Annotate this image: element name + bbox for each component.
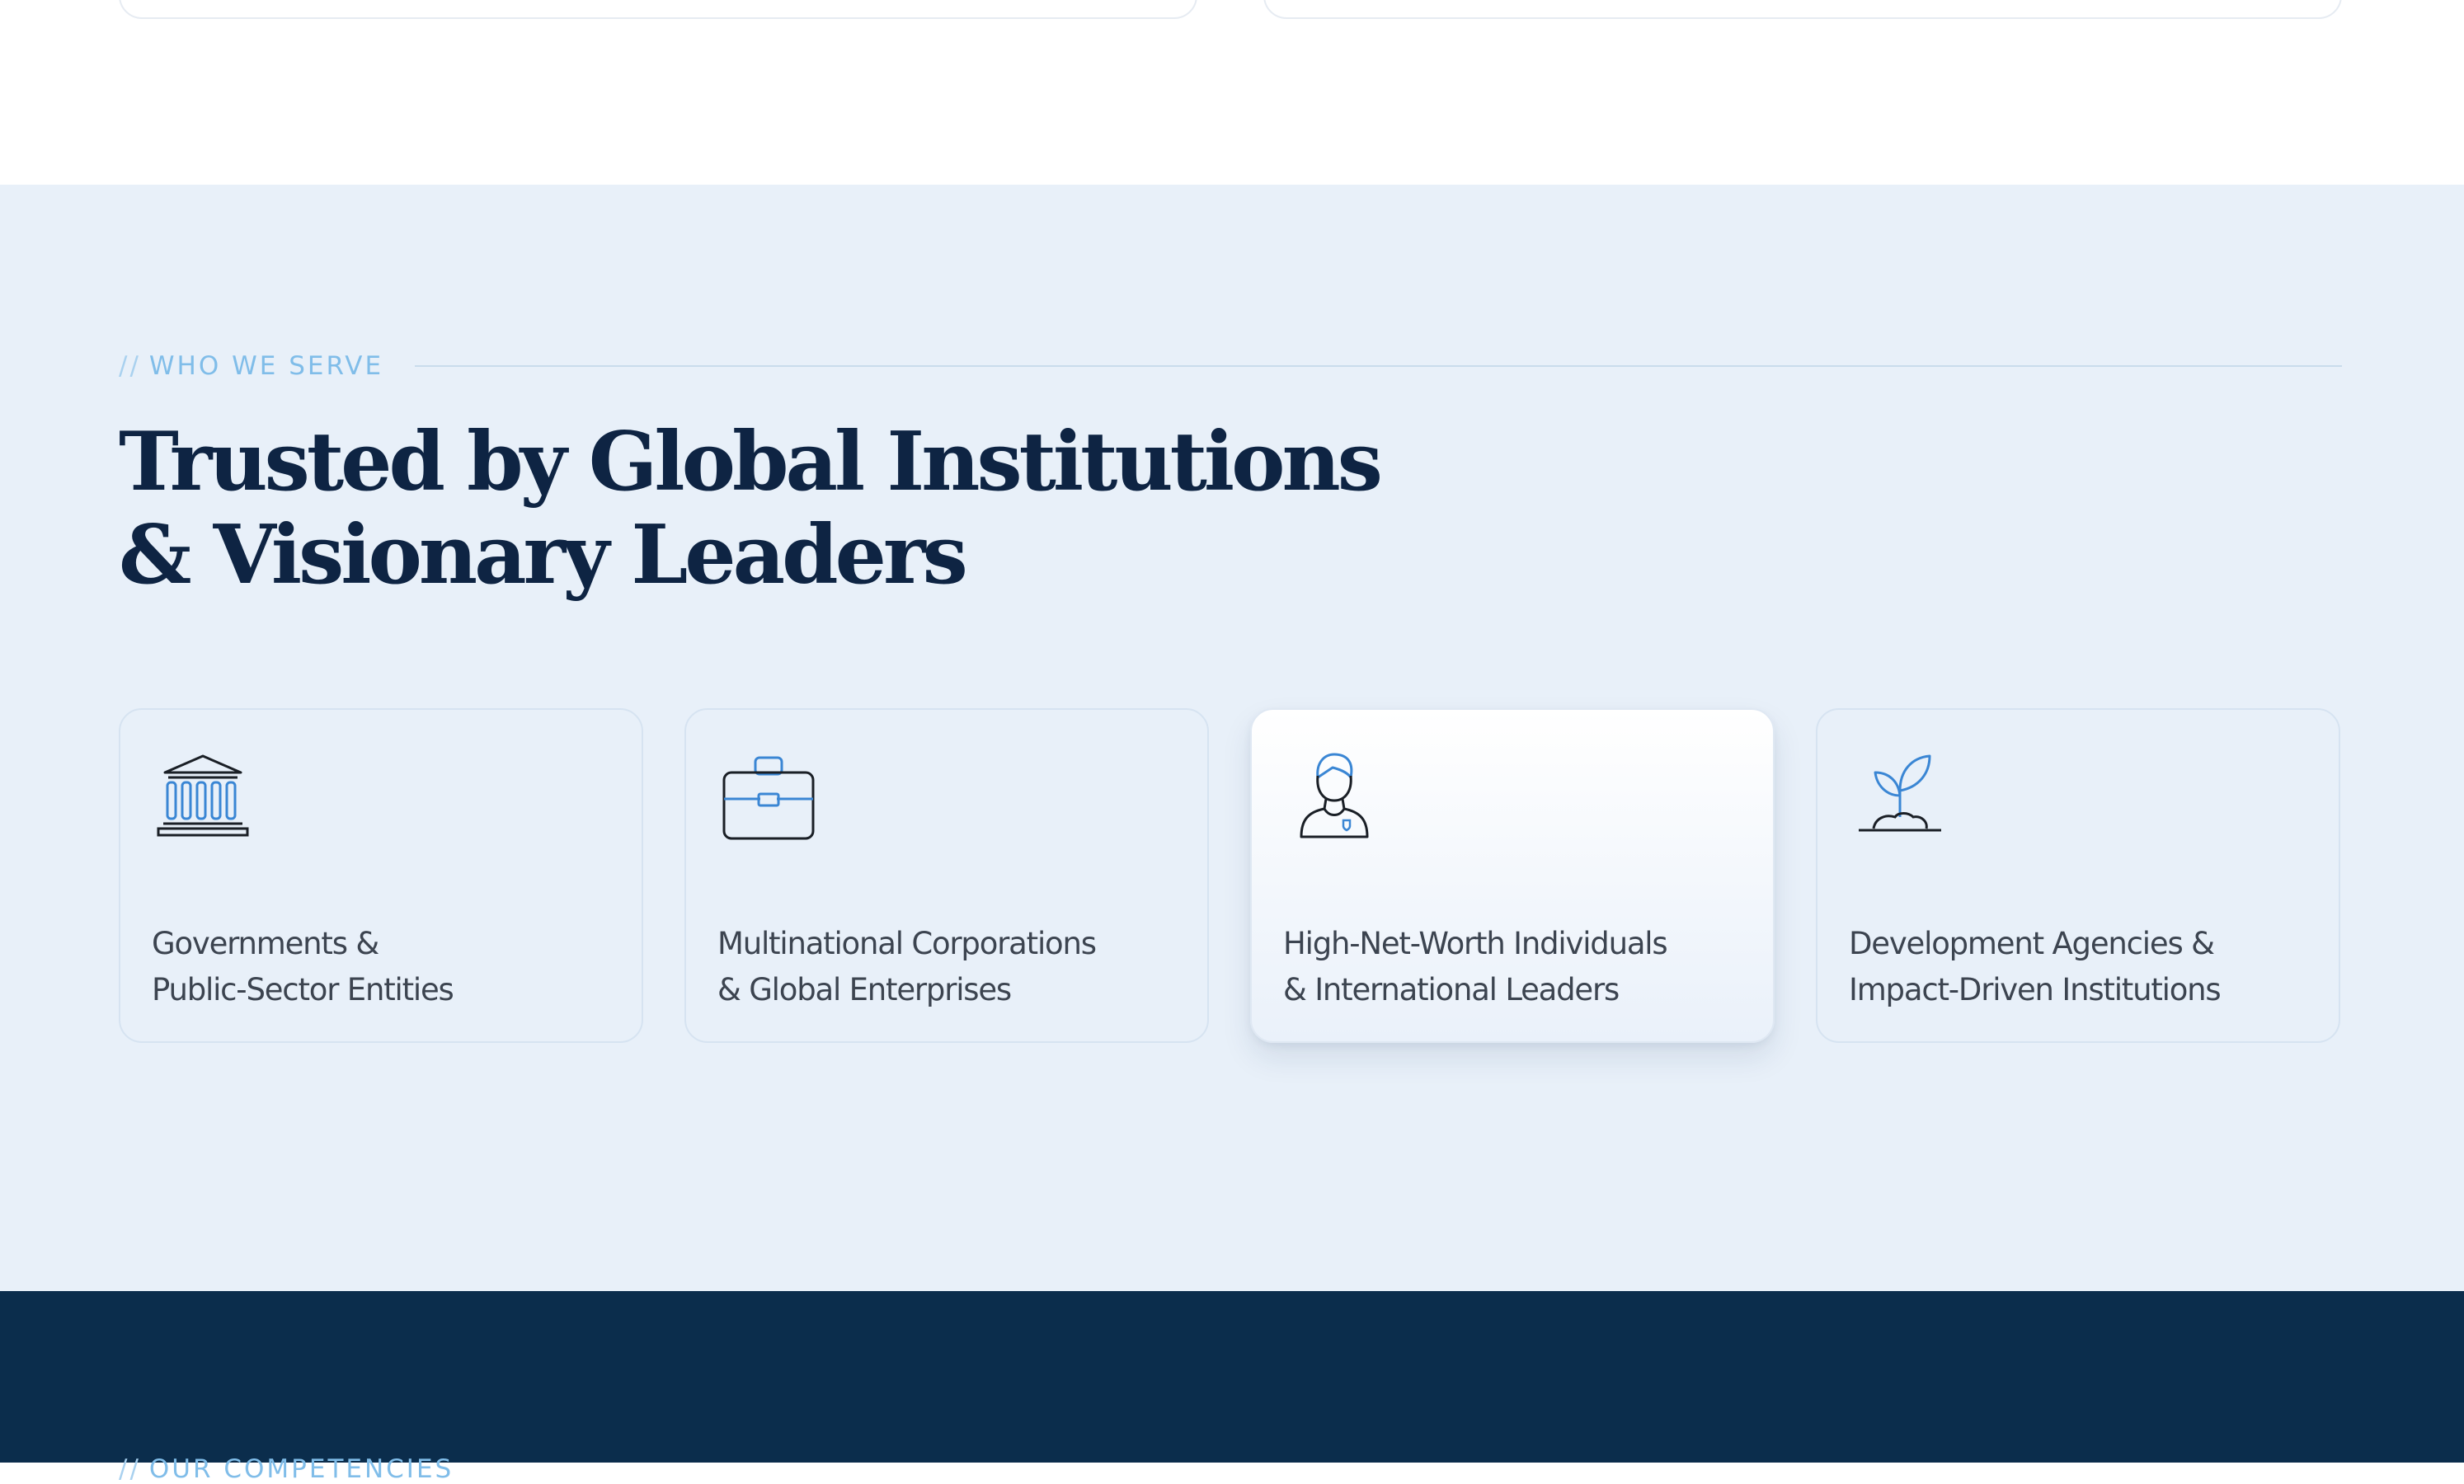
headline-line-2: & Visionary Leaders [119, 508, 968, 603]
audience-card-corporations[interactable]: Multinational Corporations & Global Ente… [684, 708, 1209, 1043]
person-icon [1300, 753, 1369, 838]
audience-card-label: High-Net-Worth Individuals & Internation… [1283, 921, 1668, 1013]
eyebrow-slashes: // [119, 351, 141, 381]
audience-card-label: Multinational Corporations & Global Ente… [717, 921, 1097, 1013]
card-label-line-1: Development Agencies & [1849, 926, 2215, 961]
competencies-eyebrow: //OUR COMPETENCIES [119, 1454, 454, 1484]
card-label-line-2: Public-Sector Entities [152, 972, 454, 1007]
previous-card-left [119, 0, 1197, 19]
section-eyebrow-row: //WHO WE SERVE [119, 346, 2342, 386]
audience-card-development-agencies[interactable]: Development Agencies & Impact-Driven Ins… [1816, 708, 2340, 1043]
previous-section [0, 0, 2464, 185]
eyebrow-text: OUR COMPETENCIES [148, 1454, 454, 1484]
audience-card-governments[interactable]: Governments & Public-Sector Entities [119, 708, 643, 1043]
audience-cards: Governments & Public-Sector Entities Mul… [119, 708, 2342, 1045]
audience-card-label: Development Agencies & Impact-Driven Ins… [1849, 921, 2222, 1013]
eyebrow-slashes: // [119, 1454, 141, 1484]
government-building-icon [157, 754, 249, 837]
section-headline: Trusted by Global Institutions & Visiona… [119, 416, 1438, 602]
card-label-line-2: & International Leaders [1283, 972, 1620, 1007]
sprout-icon [1859, 754, 1941, 832]
briefcase-icon [722, 756, 815, 840]
eyebrow-text: WHO WE SERVE [148, 351, 384, 381]
section-eyebrow: //WHO WE SERVE [119, 351, 383, 381]
audience-card-label: Governments & Public-Sector Entities [152, 921, 454, 1013]
eyebrow-divider [415, 365, 2342, 367]
audience-card-high-net-worth[interactable]: High-Net-Worth Individuals & Internation… [1250, 708, 1775, 1043]
card-label-line-1: High-Net-Worth Individuals [1283, 926, 1668, 961]
previous-card-right [1263, 0, 2342, 19]
card-label-line-2: Impact-Driven Institutions [1849, 972, 2222, 1007]
card-label-line-2: & Global Enterprises [717, 972, 1012, 1007]
who-we-serve-section: //WHO WE SERVE Trusted by Global Institu… [0, 185, 2464, 1291]
headline-line-1: Trusted by Global Institutions [119, 415, 1383, 510]
card-label-line-1: Multinational Corporations [717, 926, 1097, 961]
card-label-line-1: Governments & [152, 926, 379, 961]
competencies-section: //OUR COMPETENCIES [0, 1291, 2464, 1484]
